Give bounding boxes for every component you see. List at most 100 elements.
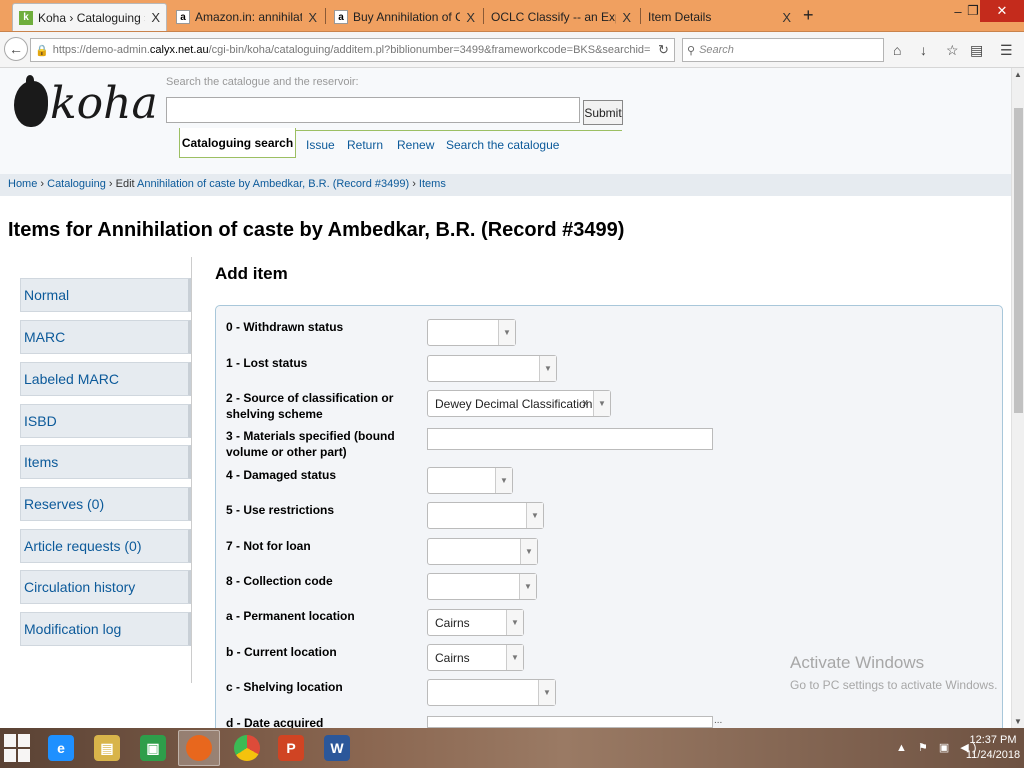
close-tab-icon[interactable]: X xyxy=(466,10,475,25)
classification-source-select[interactable]: Dewey Decimal Classification x ▼ xyxy=(427,390,611,417)
browser-tab-bar: k Koha › Cataloguing › Anni... X a Amazo… xyxy=(0,0,1024,32)
current-location-select[interactable]: Cairns ▼ xyxy=(427,644,524,671)
lock-icon: 🔒 xyxy=(35,44,49,57)
field-label-lost: 1 - Lost status xyxy=(226,356,308,370)
powerpoint-button[interactable]: P xyxy=(270,730,312,766)
tab-title: Koha › Cataloguing › Anni... xyxy=(38,10,145,25)
tab-buy-annihilation[interactable]: a Buy Annihilation of Caste:... X xyxy=(328,3,481,31)
tab-koha[interactable]: k Koha › Cataloguing › Anni... X xyxy=(12,3,167,31)
tab-title: OCLC Classify -- an Experimen... xyxy=(491,10,616,24)
tab-oclc-classify[interactable]: OCLC Classify -- an Experimen... X xyxy=(485,3,637,31)
tab-issue[interactable]: Issue xyxy=(306,138,335,152)
new-tab-button[interactable]: + xyxy=(803,5,814,26)
damaged-status-select[interactable]: ▼ xyxy=(427,467,513,494)
firefox-button[interactable] xyxy=(178,730,220,766)
collection-code-select[interactable]: ▼ xyxy=(427,573,537,600)
window-close-icon[interactable]: ✕ xyxy=(980,0,1024,22)
word-icon: W xyxy=(324,735,350,761)
ie-button[interactable]: e xyxy=(40,730,82,766)
tab-cataloguing-search[interactable]: Cataloguing search xyxy=(179,128,296,158)
use-restrictions-select[interactable]: ▼ xyxy=(427,502,544,529)
minimize-icon[interactable]: – xyxy=(948,0,968,22)
menu-item-normal[interactable]: Normal xyxy=(20,278,191,312)
tab-separator xyxy=(483,8,484,24)
taskbar-clock[interactable]: 12:37 PM 11/24/2018 xyxy=(965,733,1021,763)
left-menu-divider xyxy=(191,257,192,683)
breadcrumb-cataloguing[interactable]: Cataloguing xyxy=(47,178,106,190)
bookmark-star-icon[interactable]: ☆ xyxy=(946,42,959,59)
scroll-down-icon[interactable]: ▼ xyxy=(1014,717,1022,726)
menu-item-circulation-history[interactable]: Circulation history xyxy=(20,570,191,604)
powerpoint-icon: P xyxy=(278,735,304,761)
tab-title: Amazon.in: annihilation o... xyxy=(195,10,303,24)
windows-start-icon[interactable] xyxy=(4,734,32,762)
clear-selection-icon[interactable]: x xyxy=(583,397,589,409)
browser-nav-bar: ← 🔒 https://demo-admin. calyx.net.au/cgi-… xyxy=(0,32,1024,68)
lost-status-select[interactable]: ▼ xyxy=(427,355,557,382)
chrome-icon xyxy=(234,735,260,761)
menu-icon[interactable]: ☰ xyxy=(1000,42,1013,59)
search-icon: ⚲ xyxy=(687,44,696,57)
menu-item-marc[interactable]: MARC xyxy=(20,320,191,354)
withdrawn-status-select[interactable]: ▼ xyxy=(427,319,516,346)
menu-item-isbd[interactable]: ISBD xyxy=(20,404,191,438)
submit-button[interactable]: Submit xyxy=(583,100,623,125)
close-tab-icon[interactable]: X xyxy=(308,10,317,25)
restore-icon[interactable]: ❐ xyxy=(966,0,980,22)
close-tab-icon[interactable]: X xyxy=(782,10,791,25)
close-tab-icon[interactable]: X xyxy=(151,10,160,25)
back-arrow-icon[interactable]: ← xyxy=(4,37,28,61)
field-label-classification-source: 2 - Source of classification or shelving… xyxy=(226,391,394,421)
menu-item-labeled-marc[interactable]: Labeled MARC xyxy=(20,362,191,396)
reading-list-icon[interactable]: ▤ xyxy=(970,42,983,59)
chevron-down-icon: ▼ xyxy=(498,320,515,345)
tab-amazon-annihilation[interactable]: a Amazon.in: annihilation o... X xyxy=(170,3,323,31)
breadcrumb-edit: Edit xyxy=(115,178,138,190)
chevron-down-icon: ▼ xyxy=(495,468,512,493)
permanent-location-select[interactable]: Cairns ▼ xyxy=(427,609,524,636)
koha-logo[interactable]: koha xyxy=(14,74,158,129)
materials-specified-input[interactable] xyxy=(427,428,713,450)
menu-item-reserves[interactable]: Reserves (0) xyxy=(20,487,191,521)
close-tab-icon[interactable]: X xyxy=(622,10,631,25)
shelving-location-select[interactable]: ▼ xyxy=(427,679,556,706)
field-label-collection-code: 8 - Collection code xyxy=(226,574,333,588)
chevron-down-icon: ▼ xyxy=(526,503,543,528)
tab-renew[interactable]: Renew xyxy=(397,138,434,152)
home-icon[interactable]: ⌂ xyxy=(893,42,901,58)
page-scrollbar[interactable]: ▲ ▼ xyxy=(1011,68,1024,728)
tab-return[interactable]: Return xyxy=(347,138,383,152)
field-label-not-for-loan: 7 - Not for loan xyxy=(226,539,311,553)
breadcrumb-separator: › xyxy=(409,178,419,190)
chrome-button[interactable] xyxy=(226,730,268,766)
breadcrumb-home[interactable]: Home xyxy=(8,178,37,190)
store-button[interactable]: ▣ xyxy=(132,730,174,766)
chevron-down-icon: ▼ xyxy=(506,645,523,670)
menu-item-items[interactable]: Items xyxy=(20,445,191,479)
url-bar[interactable]: 🔒 https://demo-admin. calyx.net.au/cgi-bi… xyxy=(30,38,675,62)
not-for-loan-select[interactable]: ▼ xyxy=(427,538,538,565)
scroll-up-icon[interactable]: ▲ xyxy=(1014,70,1022,79)
menu-item-article-requests[interactable]: Article requests (0) xyxy=(20,529,191,563)
reload-icon[interactable]: ↻ xyxy=(658,42,669,58)
file-explorer-button[interactable]: ▤ xyxy=(86,730,128,766)
catalogue-search-input[interactable] xyxy=(166,97,580,123)
date-acquired-input[interactable] xyxy=(427,716,713,728)
tab-separator xyxy=(640,8,641,24)
page-title: Items for Annihilation of caste by Ambed… xyxy=(8,219,625,241)
breadcrumb-items[interactable]: Items xyxy=(419,178,446,190)
url-prefix: https://demo-admin. xyxy=(52,44,150,56)
browser-search-input[interactable]: ⚲ Search xyxy=(682,38,884,62)
tab-search-catalogue[interactable]: Search the catalogue xyxy=(446,138,559,152)
field-label-materials-specified: 3 - Materials specified (bound volume or… xyxy=(226,429,395,459)
tab-title: Buy Annihilation of Caste:... xyxy=(353,10,461,24)
download-icon[interactable]: ↓ xyxy=(920,42,927,58)
chevron-down-icon: ▼ xyxy=(506,610,523,635)
menu-item-modification-log[interactable]: Modification log xyxy=(20,612,191,646)
tab-item-details[interactable]: Item Details X xyxy=(642,3,797,31)
breadcrumb: Home › Cataloguing › Edit Annihilation o… xyxy=(0,174,1011,196)
date-picker-icon[interactable]: ... xyxy=(714,715,722,726)
scrollbar-thumb[interactable] xyxy=(1014,108,1023,413)
breadcrumb-record[interactable]: Annihilation of caste by Ambedkar, B.R. … xyxy=(137,178,409,190)
word-button[interactable]: W xyxy=(316,730,358,766)
